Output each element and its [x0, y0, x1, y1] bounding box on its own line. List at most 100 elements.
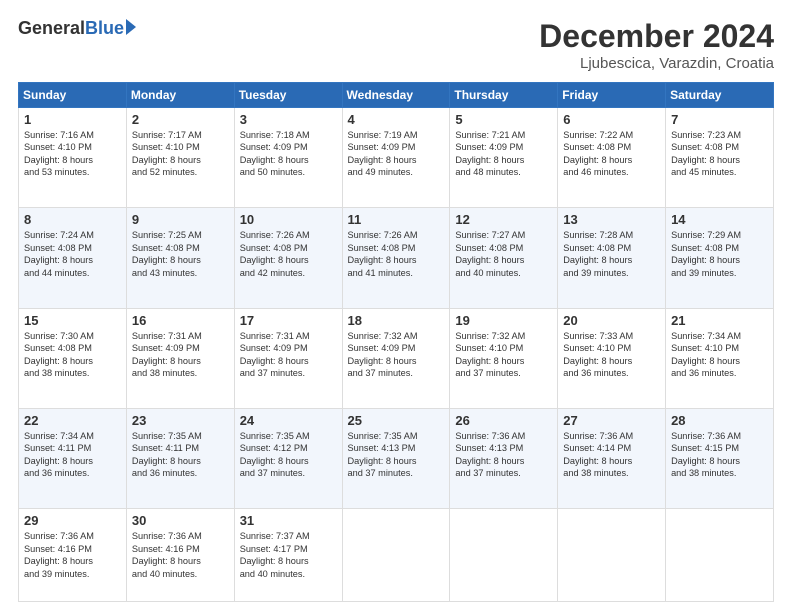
day-number: 29 — [24, 513, 121, 528]
cell-text: Sunrise: 7:26 AM Sunset: 4:08 PM Dayligh… — [240, 229, 337, 279]
table-row: 30Sunrise: 7:36 AM Sunset: 4:16 PM Dayli… — [126, 509, 234, 602]
day-number: 1 — [24, 112, 121, 127]
day-number: 2 — [132, 112, 229, 127]
cell-text: Sunrise: 7:22 AM Sunset: 4:08 PM Dayligh… — [563, 129, 660, 179]
table-row: 27 Sunrise: 7:36 AM Sunset: 4:14 PM Dayli… — [558, 409, 666, 509]
logo-general: General — [18, 18, 85, 39]
page: General Blue December 2024 Ljubescica, V… — [0, 0, 792, 612]
cell-text: Sunrise: 7:25 AM Sunset: 4:08 PM Dayligh… — [132, 229, 229, 279]
day-number: 30 — [132, 513, 229, 528]
table-row: 9 Sunrise: 7:25 AM Sunset: 4:08 PM Daylig… — [126, 208, 234, 308]
cell-text: Sunrise: 7:35 AM Sunset: 4:11 PM Dayligh… — [132, 430, 229, 480]
table-row — [558, 509, 666, 602]
col-wednesday: Wednesday — [342, 83, 450, 108]
day-number: 31 — [240, 513, 337, 528]
calendar-table: Sunday Monday Tuesday Wednesday Thursday… — [18, 82, 774, 602]
cell-text: Sunrise: 7:19 AM Sunset: 4:09 PM Dayligh… — [348, 129, 445, 179]
table-row: 6 Sunrise: 7:22 AM Sunset: 4:08 PM Daylig… — [558, 108, 666, 208]
day-number: 4 — [348, 112, 445, 127]
table-row: 17 Sunrise: 7:31 AM Sunset: 4:09 PM Dayli… — [234, 308, 342, 408]
day-number: 3 — [240, 112, 337, 127]
cell-text: Sunrise: 7:32 AM Sunset: 4:10 PM Dayligh… — [455, 330, 552, 380]
cell-text: Sunrise: 7:28 AM Sunset: 4:08 PM Dayligh… — [563, 229, 660, 279]
col-thursday: Thursday — [450, 83, 558, 108]
table-row: 19 Sunrise: 7:32 AM Sunset: 4:10 PM Dayli… — [450, 308, 558, 408]
location: Ljubescica, Varazdin, Croatia — [539, 55, 774, 72]
header-row: Sunday Monday Tuesday Wednesday Thursday… — [19, 83, 774, 108]
cell-text: Sunrise: 7:24 AM Sunset: 4:08 PM Dayligh… — [24, 229, 121, 279]
table-row: 16Sunrise: 7:31 AM Sunset: 4:09 PM Dayli… — [126, 308, 234, 408]
cell-text: Sunrise: 7:31 AM Sunset: 4:09 PM Dayligh… — [240, 330, 337, 380]
cell-text: Sunrise: 7:27 AM Sunset: 4:08 PM Dayligh… — [455, 229, 552, 279]
table-row — [342, 509, 450, 602]
table-row — [666, 509, 774, 602]
cell-text: Sunrise: 7:34 AM Sunset: 4:10 PM Dayligh… — [671, 330, 768, 380]
cell-text: Sunrise: 7:30 AM Sunset: 4:08 PM Dayligh… — [24, 330, 121, 380]
table-row: 18Sunrise: 7:32 AM Sunset: 4:09 PM Dayli… — [342, 308, 450, 408]
table-row: 12 Sunrise: 7:27 AM Sunset: 4:08 PM Dayli… — [450, 208, 558, 308]
day-number: 10 — [240, 212, 337, 227]
day-number: 12 — [455, 212, 552, 227]
cell-text: Sunrise: 7:26 AM Sunset: 4:08 PM Dayligh… — [348, 229, 445, 279]
day-number: 20 — [563, 313, 660, 328]
day-number: 15 — [24, 313, 121, 328]
cell-text: Sunrise: 7:21 AM Sunset: 4:09 PM Dayligh… — [455, 129, 552, 179]
table-row: 4 Sunrise: 7:19 AM Sunset: 4:09 PM Daylig… — [342, 108, 450, 208]
header: General Blue December 2024 Ljubescica, V… — [18, 18, 774, 72]
cell-text: Sunrise: 7:18 AM Sunset: 4:09 PM Dayligh… — [240, 129, 337, 179]
col-sunday: Sunday — [19, 83, 127, 108]
day-number: 14 — [671, 212, 768, 227]
day-number: 27 — [563, 413, 660, 428]
cell-text: Sunrise: 7:35 AM Sunset: 4:13 PM Dayligh… — [348, 430, 445, 480]
table-row: 2Sunrise: 7:17 AM Sunset: 4:10 PM Daylig… — [126, 108, 234, 208]
cell-text: Sunrise: 7:36 AM Sunset: 4:15 PM Dayligh… — [671, 430, 768, 480]
col-friday: Friday — [558, 83, 666, 108]
logo-blue: Blue — [85, 18, 124, 39]
col-saturday: Saturday — [666, 83, 774, 108]
table-row: 21 Sunrise: 7:34 AM Sunset: 4:10 PM Dayli… — [666, 308, 774, 408]
month-title: December 2024 — [539, 18, 774, 55]
cell-text: Sunrise: 7:16 AM Sunset: 4:10 PM Dayligh… — [24, 129, 121, 179]
table-row: 29 Sunrise: 7:36 AM Sunset: 4:16 PM Dayli… — [19, 509, 127, 602]
table-row: 7 Sunrise: 7:23 AM Sunset: 4:08 PM Daylig… — [666, 108, 774, 208]
day-number: 6 — [563, 112, 660, 127]
day-number: 21 — [671, 313, 768, 328]
day-number: 26 — [455, 413, 552, 428]
col-monday: Monday — [126, 83, 234, 108]
table-row: 22Sunrise: 7:34 AM Sunset: 4:11 PM Dayli… — [19, 409, 127, 509]
day-number: 5 — [455, 112, 552, 127]
day-number: 25 — [348, 413, 445, 428]
cell-text: Sunrise: 7:36 AM Sunset: 4:16 PM Dayligh… — [24, 530, 121, 580]
day-number: 13 — [563, 212, 660, 227]
table-row: 1 Sunrise: 7:16 AM Sunset: 4:10 PM Daylig… — [19, 108, 127, 208]
table-row: 15 Sunrise: 7:30 AM Sunset: 4:08 PM Dayli… — [19, 308, 127, 408]
cell-text: Sunrise: 7:23 AM Sunset: 4:08 PM Dayligh… — [671, 129, 768, 179]
cell-text: Sunrise: 7:33 AM Sunset: 4:10 PM Dayligh… — [563, 330, 660, 380]
table-row: 14 Sunrise: 7:29 AM Sunset: 4:08 PM Dayli… — [666, 208, 774, 308]
table-row: 23Sunrise: 7:35 AM Sunset: 4:11 PM Dayli… — [126, 409, 234, 509]
table-row: 26 Sunrise: 7:36 AM Sunset: 4:13 PM Dayli… — [450, 409, 558, 509]
day-number: 28 — [671, 413, 768, 428]
table-row: 25 Sunrise: 7:35 AM Sunset: 4:13 PM Dayli… — [342, 409, 450, 509]
table-row: 10 Sunrise: 7:26 AM Sunset: 4:08 PM Dayli… — [234, 208, 342, 308]
day-number: 17 — [240, 313, 337, 328]
day-number: 9 — [132, 212, 229, 227]
day-number: 19 — [455, 313, 552, 328]
table-row: 13 Sunrise: 7:28 AM Sunset: 4:08 PM Dayli… — [558, 208, 666, 308]
cell-text: Sunrise: 7:36 AM Sunset: 4:13 PM Dayligh… — [455, 430, 552, 480]
col-tuesday: Tuesday — [234, 83, 342, 108]
table-row: 31Sunrise: 7:37 AM Sunset: 4:17 PM Dayli… — [234, 509, 342, 602]
day-number: 8 — [24, 212, 121, 227]
cell-text: Sunrise: 7:31 AM Sunset: 4:09 PM Dayligh… — [132, 330, 229, 380]
cell-text: Sunrise: 7:29 AM Sunset: 4:08 PM Dayligh… — [671, 229, 768, 279]
day-number: 18 — [348, 313, 445, 328]
cell-text: Sunrise: 7:36 AM Sunset: 4:14 PM Dayligh… — [563, 430, 660, 480]
table-row: 8 Sunrise: 7:24 AM Sunset: 4:08 PM Daylig… — [19, 208, 127, 308]
day-number: 22 — [24, 413, 121, 428]
day-number: 7 — [671, 112, 768, 127]
table-row: 5 Sunrise: 7:21 AM Sunset: 4:09 PM Daylig… — [450, 108, 558, 208]
table-row — [450, 509, 558, 602]
logo: General Blue — [18, 18, 136, 39]
day-number: 24 — [240, 413, 337, 428]
table-row: 28 Sunrise: 7:36 AM Sunset: 4:15 PM Dayli… — [666, 409, 774, 509]
